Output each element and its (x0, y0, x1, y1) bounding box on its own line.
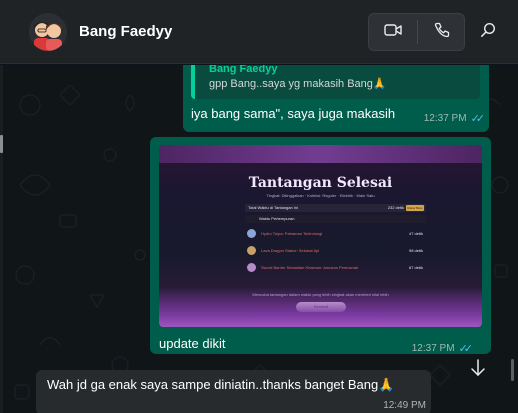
image-item-value: 98 detik (408, 248, 423, 253)
scroll-to-bottom-button[interactable] (461, 353, 495, 387)
image-total-label: Total Waktu di Tantangan Ini (248, 205, 299, 210)
enemy-icon (247, 246, 256, 255)
search-icon (480, 22, 496, 43)
quote-author: Bang Faedyy (209, 65, 278, 75)
video-call-button[interactable] (369, 14, 417, 50)
image-item: Sword Barrier Sebastian Khaimon: Amukan … (247, 262, 423, 274)
image-item-name: Sword Barrier Sebastian Khaimon: Amukan … (261, 265, 359, 270)
message-time: 12:37 PM (411, 343, 455, 354)
message-meta: 12:49 PM (383, 400, 426, 411)
message-meta: 12:37 PM ✓✓ (423, 112, 486, 125)
voice-call-icon (434, 22, 450, 43)
chat-header: Bang Faedyy (0, 0, 518, 64)
enemy-icon (247, 229, 256, 238)
enemy-icon (247, 263, 256, 272)
image-item-value: 47 detik (408, 231, 423, 236)
image-item: Hydro Tulpa: Pahaman Terlindungi 47 deti… (247, 228, 423, 240)
message-text: Wah jd ga enak saya sampe diniatin..than… (47, 377, 395, 392)
message-list[interactable]: Bang Faedyy gpp Bang..saya yg makasih Ba… (0, 65, 518, 413)
read-receipt-icon: ✓✓ (470, 113, 486, 125)
search-button[interactable] (474, 18, 502, 46)
image-attachment[interactable]: Tantangan Selesai Tingkat: Ditinggalkan … (159, 145, 482, 327)
contact-name[interactable]: Bang Faedyy (79, 23, 172, 40)
image-item-value: 87 detik (408, 265, 423, 270)
image-item: Lava Dragon Statue: Sekarat Api 98 detik (247, 245, 423, 257)
image-bottom-glow (159, 287, 482, 327)
image-total-value: 232 detik (387, 205, 404, 210)
call-buttons-group (368, 13, 465, 51)
message-bubble-outgoing-image[interactable]: Tantangan Selesai Tingkat: Ditinggalkan … (150, 137, 491, 355)
image-item-name: Lava Dragon Statue: Sekarat Api (261, 248, 320, 253)
quoted-message[interactable]: Bang Faedyy gpp Bang..saya yg makasih Ba… (191, 65, 480, 99)
message-text: update dikit (159, 336, 226, 351)
contact-avatar[interactable] (29, 13, 67, 51)
image-section-label: Waktu Pertempuran (259, 216, 295, 221)
image-title: Tantangan Selesai (248, 175, 393, 191)
image-item-name: Hydro Tulpa: Pahaman Terlindungi (261, 231, 323, 236)
voice-call-button[interactable] (418, 14, 466, 50)
video-call-icon (384, 23, 402, 42)
arrow-down-icon (470, 358, 486, 382)
message-time: 12:37 PM (423, 113, 467, 124)
image-total-tag: Rekor Baru (406, 205, 424, 211)
chat-scrollbar-thumb[interactable] (511, 359, 514, 381)
image-top-band (159, 145, 482, 163)
image-total-row: Total Waktu di Tantangan Ini 232 detik R… (245, 204, 426, 212)
window-left-edge (0, 65, 3, 413)
message-bubble-incoming[interactable]: Wah jd ga enak saya sampe diniatin..than… (36, 370, 431, 413)
window-resize-handle[interactable] (0, 135, 3, 153)
message-time: 12:49 PM (383, 400, 426, 411)
message-bubble-outgoing[interactable]: Bang Faedyy gpp Bang..saya yg makasih Ba… (183, 65, 489, 132)
message-text: iya bang sama", saya juga makasih (191, 106, 396, 121)
image-section-row: Waktu Pertempuran (245, 215, 426, 223)
image-subtitle: Tingkat: Ditinggalkan · Koleksi: Reguler… (266, 193, 375, 198)
quote-text: gpp Bang..saya yg makasih Bang🙏 (209, 78, 387, 90)
